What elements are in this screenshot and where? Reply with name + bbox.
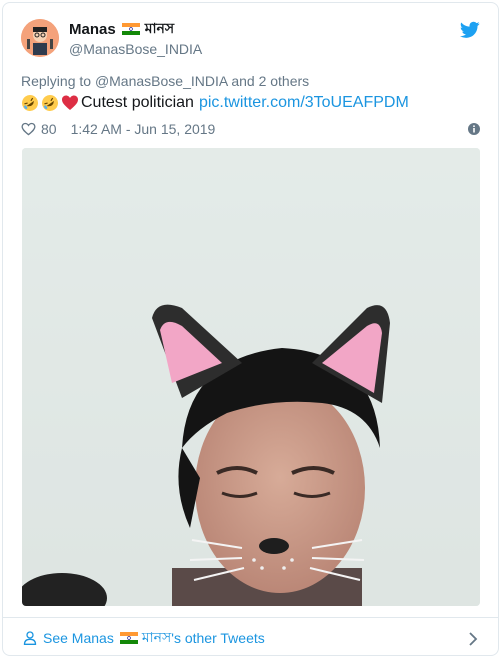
tweet-body: Cutest politician <box>81 94 194 111</box>
author-handle[interactable]: @ManasBose_INDIA <box>69 41 202 57</box>
like-count[interactable]: 80 <box>41 121 57 137</box>
rolling-on-floor-laughing-icon <box>22 95 38 111</box>
info-icon[interactable] <box>468 123 480 135</box>
tweet-photo[interactable] <box>22 148 480 606</box>
author-display-name[interactable]: Manas <box>69 21 116 38</box>
tweet-footer: See Manas মানস 's other Tweets <box>3 617 498 655</box>
reply-suffix[interactable]: and 2 others <box>231 73 309 89</box>
tweet-media-link[interactable]: pic.twitter.com/3ToUEAFPDM <box>199 94 409 112</box>
see-bengali-name: মানস <box>141 630 172 646</box>
tweet-header: Manas মানস @ManasBose_INDIA <box>21 17 480 65</box>
photo-image <box>22 148 480 606</box>
tweet-timestamp[interactable]: 1:42 AM - Jun 15, 2019 <box>71 121 216 137</box>
india-flag-icon <box>121 23 140 35</box>
author-bengali-name[interactable]: মানস <box>145 17 174 41</box>
reply-context: Replying to @ManasBose_INDIA and 2 other… <box>21 73 309 89</box>
tweet-card: Manas মানস @ManasBose_INDIA Replying to … <box>2 2 499 656</box>
red-heart-icon <box>62 95 78 110</box>
see-other-tweets-link[interactable]: See Manas মানস 's other Tweets <box>23 626 265 650</box>
avatar-illustration-icon <box>21 19 59 57</box>
india-flag-icon <box>119 632 138 644</box>
see-prefix: See Manas <box>43 630 114 646</box>
chevron-right-icon[interactable] <box>468 632 478 646</box>
reply-mention-link[interactable]: @ManasBose_INDIA <box>95 73 228 89</box>
reply-prefix: Replying to <box>21 73 92 89</box>
like-heart-icon[interactable] <box>21 122 36 136</box>
twitter-bird-icon[interactable] <box>460 21 480 39</box>
person-icon <box>23 631 37 645</box>
tweet-meta: 80 1:42 AM - Jun 15, 2019 <box>21 121 215 137</box>
see-suffix: 's other Tweets <box>171 630 265 646</box>
avatar[interactable] <box>21 19 59 57</box>
rolling-on-floor-laughing-icon <box>42 95 58 111</box>
author-names: Manas মানস @ManasBose_INDIA <box>69 17 202 58</box>
tweet-text: Cutest politician pic.twitter.com/3ToUEA… <box>21 94 409 112</box>
